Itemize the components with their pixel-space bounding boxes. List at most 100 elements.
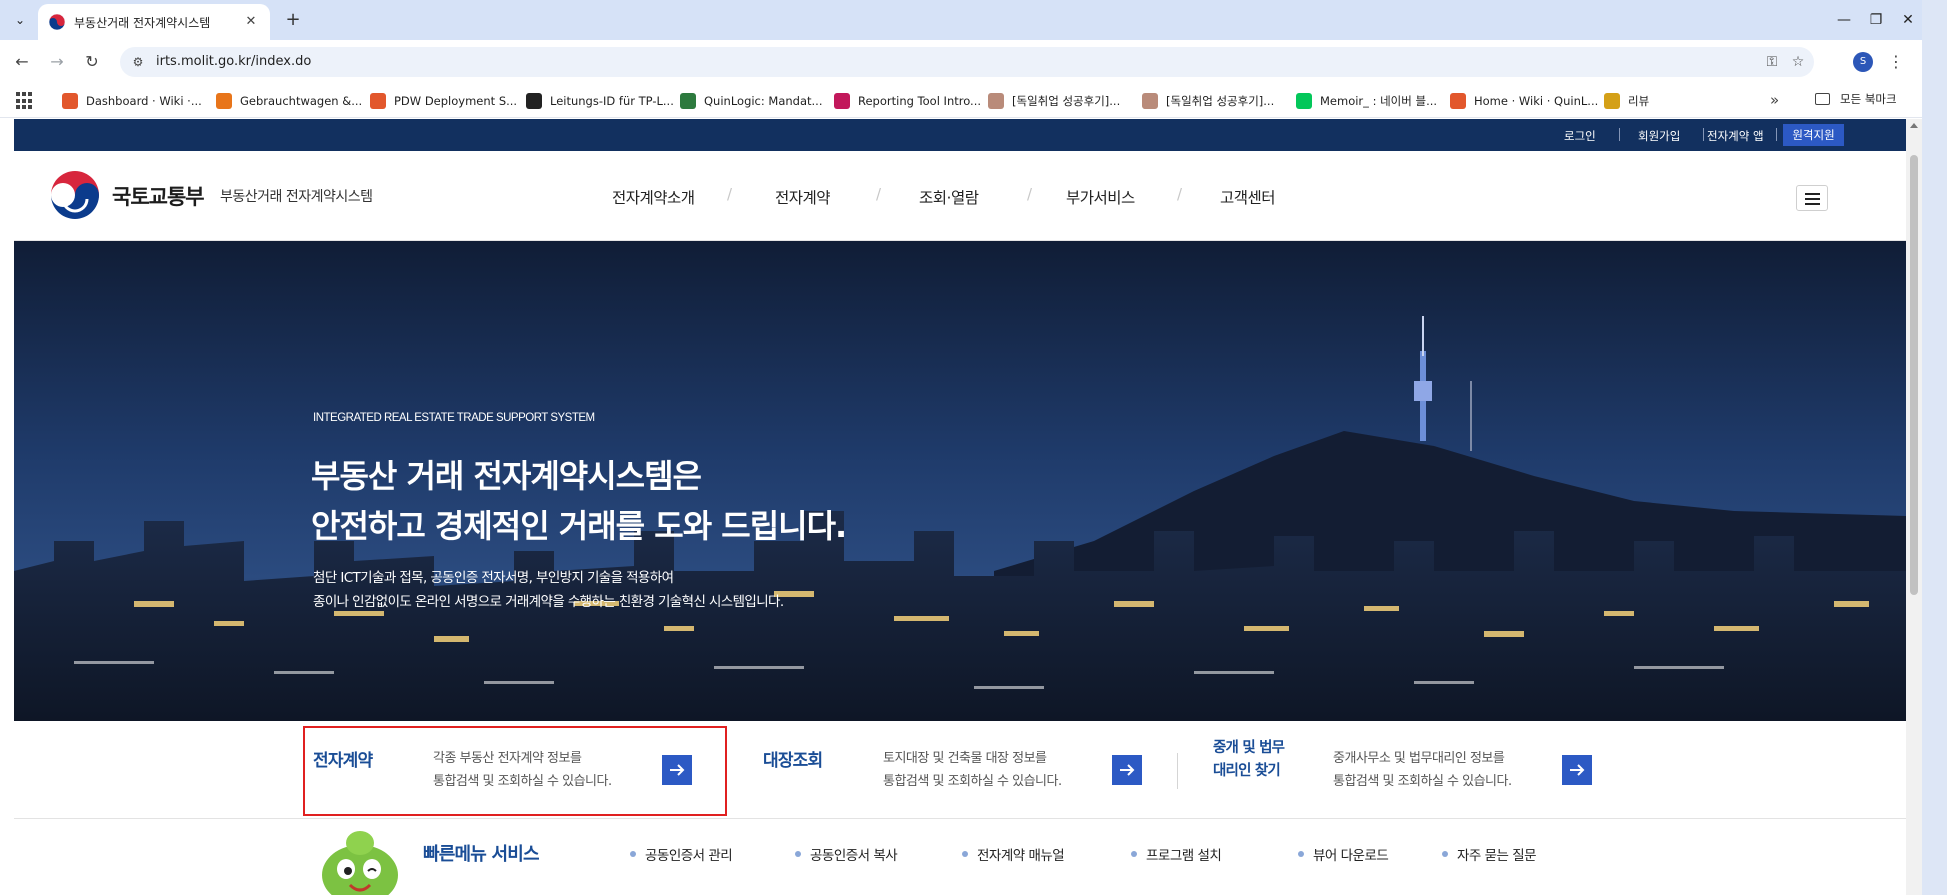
card-go-button[interactable] [1562, 755, 1592, 785]
bullet-icon [1442, 851, 1448, 857]
web-page: 로그인 회원가입 전자계약 앱 원격지원 국토교통부 부동산거래 전자계약시스템… [14, 119, 1906, 895]
naver-blog-icon [1296, 93, 1312, 109]
password-key-icon[interactable]: ⚿ [1762, 53, 1782, 71]
profile-avatar[interactable]: S [1853, 52, 1873, 72]
card-desc-line-2: 통합검색 및 조회하실 수 있습니다. [883, 774, 1062, 789]
apps-grid-icon[interactable] [16, 92, 34, 110]
menu-separator: / [876, 185, 882, 203]
blog-thumbnail-icon [1142, 93, 1158, 109]
new-tab-button[interactable]: + [282, 9, 304, 31]
quick-menu-bar: 빠른메뉴 서비스 공동인증서 관리 공동인증서 복사 전자계약 매뉴얼 프로그램… [14, 819, 1906, 895]
menu-additional-services[interactable]: 부가서비스 [1066, 186, 1135, 208]
close-tab-icon[interactable]: ✕ [242, 13, 260, 31]
review-icon [1604, 93, 1620, 109]
hero-banner: INTEGRATED REAL ESTATE TRADE SUPPORT SYS… [14, 241, 1906, 721]
menu-separator: / [1177, 185, 1183, 203]
bookmark-star-icon[interactable]: ☆ [1788, 53, 1808, 71]
menu-econtract-intro[interactable]: 전자계약소개 [612, 186, 695, 208]
red-highlight-box [303, 726, 727, 816]
menu-inquiry[interactable]: 조회·열람 [919, 186, 979, 208]
tab-title: 부동산거래 전자계약시스템 [74, 16, 211, 30]
all-bookmarks-folder[interactable]: 모든 북마크 [1815, 91, 1897, 107]
util-divider [1619, 128, 1620, 141]
util-divider [1703, 128, 1704, 141]
hero-description-line-1: 첨단 ICT기술과 접목, 공동인증 전자서명, 부인방지 기술을 적용하여 [313, 570, 674, 586]
bookmark-item[interactable]: 리뷰 [1604, 91, 1649, 111]
quick-menu-cert-manage[interactable]: 공동인증서 관리 [630, 844, 733, 864]
minimize-icon[interactable]: — [1830, 8, 1858, 32]
bookmark-item[interactable]: [독일취업 성공후기]... [988, 91, 1120, 111]
mascot-character-icon [322, 831, 398, 895]
gitlab-icon [370, 93, 386, 109]
bookmark-item[interactable]: Dashboard · Wiki ·... [62, 91, 202, 111]
remote-support-button[interactable]: 원격지원 [1783, 124, 1844, 146]
quick-menu-manual[interactable]: 전자계약 매뉴얼 [962, 844, 1065, 864]
hero-eyebrow: INTEGRATED REAL ESTATE TRADE SUPPORT SYS… [313, 412, 595, 424]
card-title: 대장조회 [763, 751, 823, 771]
folder-icon [1815, 93, 1830, 105]
tab-strip: ⌄ 부동산거래 전자계약시스템 ✕ + — ❐ ✕ [0, 0, 1922, 40]
menu-econtract[interactable]: 전자계약 [775, 186, 831, 208]
back-arrow-icon[interactable]: ← [10, 50, 34, 74]
gitlab-icon [1450, 93, 1466, 109]
scroll-thumb[interactable] [1910, 155, 1918, 595]
system-name[interactable]: 부동산거래 전자계약시스템 [220, 186, 373, 206]
bookmark-item[interactable]: PDW Deployment S... [370, 91, 517, 111]
blog-thumbnail-icon [988, 93, 1004, 109]
bookmark-item[interactable]: Memoir_ : 네이버 블... [1296, 91, 1437, 111]
tab-search-button[interactable]: ⌄ [8, 8, 32, 32]
address-bar[interactable]: ⚙ irts.molit.go.kr/index.do ⚿ ☆ [120, 47, 1814, 77]
hamburger-menu-icon[interactable] [1796, 185, 1828, 211]
close-window-icon[interactable]: ✕ [1894, 8, 1922, 32]
more-bookmarks-icon[interactable]: » [1770, 91, 1779, 109]
bookmark-item[interactable]: Reporting Tool Intro... [834, 91, 981, 111]
hero-description-line-2: 종이나 인감없이도 온라인 서명으로 거래계약을 수행하는 친환경 기술혁신 시… [313, 594, 784, 610]
restore-icon[interactable]: ❐ [1862, 8, 1890, 32]
card-go-button[interactable] [1112, 755, 1142, 785]
bookmark-item[interactable]: Home · Wiki · QuinL... [1450, 91, 1598, 111]
bookmark-item[interactable]: Leitungs-ID für TP-L... [526, 91, 674, 111]
bookmarks-bar: Dashboard · Wiki ·... Gebrauchtwagen &..… [0, 84, 1922, 118]
card-find-agent[interactable]: 중개 및 법무 대리인 찾기 중개사무소 및 법무대리인 정보를 통합검색 및 … [1184, 721, 1644, 819]
arrow-right-icon [1570, 764, 1585, 776]
play-arrow-icon [834, 93, 850, 109]
utility-bar: 로그인 회원가입 전자계약 앱 원격지원 [14, 119, 1906, 151]
site-info-icon[interactable]: ⚙ [130, 54, 146, 70]
scroll-up-icon[interactable] [1910, 123, 1918, 128]
quick-menu-cert-copy[interactable]: 공동인증서 복사 [795, 844, 898, 864]
quick-menu-program-install[interactable]: 프로그램 설치 [1131, 844, 1222, 864]
quick-menu-viewer-download[interactable]: 뷰어 다운로드 [1298, 844, 1389, 864]
desktop-edge [1922, 0, 1947, 895]
browser-menu-icon[interactable]: ⋮ [1886, 50, 1906, 74]
bookmark-item[interactable]: [독일취업 성공후기]... [1142, 91, 1274, 111]
login-link[interactable]: 로그인 [1564, 128, 1596, 144]
bullet-icon [1298, 851, 1304, 857]
taegeuk-emblem-icon[interactable] [49, 169, 101, 221]
seoul-night-skyline-image [14, 241, 1906, 721]
address-toolbar: ← → ↻ ⚙ irts.molit.go.kr/index.do ⚿ ☆ S … [0, 40, 1922, 84]
quick-menu-faq[interactable]: 자주 묻는 질문 [1442, 844, 1537, 864]
hero-headline-line-1: 부동산 거래 전자계약시스템은 [311, 457, 702, 495]
ministry-name[interactable]: 국토교통부 [112, 181, 205, 211]
browser-window: ⌄ 부동산거래 전자계약시스템 ✕ + — ❐ ✕ ← → ↻ ⚙ irts.m… [0, 0, 1922, 895]
bookmark-item[interactable]: QuinLogic: Mandat... [680, 91, 823, 111]
card-divider [1177, 753, 1178, 789]
bullet-icon [630, 851, 636, 857]
card-title-line-2: 대리인 찾기 [1213, 763, 1281, 779]
econtract-app-link[interactable]: 전자계약 앱 [1707, 128, 1764, 144]
page-scrollbar[interactable] [1906, 119, 1922, 895]
menu-separator: / [727, 185, 733, 203]
forward-arrow-icon[interactable]: → [45, 50, 69, 74]
reload-icon[interactable]: ↻ [80, 50, 104, 74]
signup-link[interactable]: 회원가입 [1638, 128, 1680, 144]
card-title: 중개 및 법무 대리인 찾기 [1213, 737, 1285, 783]
card-register-inquiry[interactable]: 대장조회 토지대장 및 건축물 대장 정보를 통합검색 및 조회하실 수 있습니… [734, 721, 1184, 819]
global-nav: 국토교통부 부동산거래 전자계약시스템 전자계약소개 / 전자계약 / 조회·열… [14, 151, 1906, 241]
quick-service-cards: 전자계약 각종 부동산 전자계약 정보를 통합검색 및 조회하실 수 있습니다.… [14, 721, 1906, 819]
bullet-icon [962, 851, 968, 857]
url-text[interactable]: irts.molit.go.kr/index.do [156, 54, 311, 69]
menu-customer-center[interactable]: 고객센터 [1220, 186, 1276, 208]
mobile-de-icon [216, 93, 232, 109]
active-tab[interactable]: 부동산거래 전자계약시스템 ✕ [38, 4, 270, 40]
bookmark-item[interactable]: Gebrauchtwagen &... [216, 91, 362, 111]
